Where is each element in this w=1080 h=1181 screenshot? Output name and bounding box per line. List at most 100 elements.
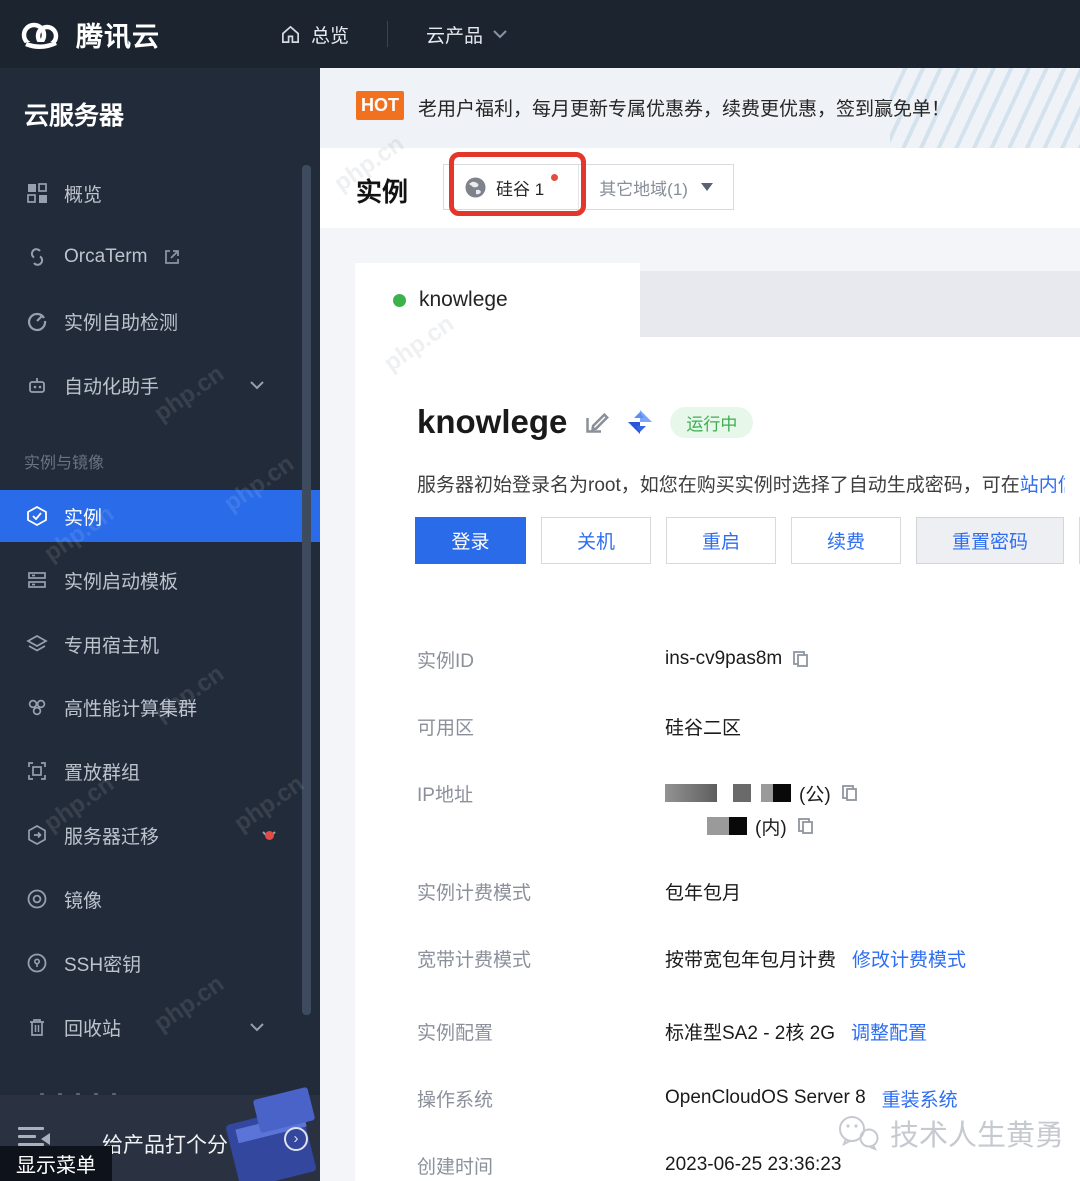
restart-button[interactable]: 重启 (666, 517, 776, 564)
instance-description: 服务器初始登录名为root，如您在购买实例时选择了自动生成密码，可在站内信 (417, 470, 1065, 497)
detail-row-instance-id: 实例ID ins-cv9pas8m (417, 646, 810, 672)
login-button[interactable]: 登录 (415, 517, 526, 564)
layers-icon (26, 633, 48, 655)
tab-instance[interactable]: knowlege (355, 263, 640, 337)
rate-product-link[interactable]: 给产品打个分 (102, 1129, 228, 1159)
sidebar: 云服务器 概览 OrcaTerm (0, 68, 320, 1181)
brand-name: 腾讯云 (76, 15, 160, 54)
sidebar-item-instances[interactable]: 实例 (0, 490, 320, 542)
reinstall-os-link[interactable]: 重装系统 (882, 1085, 958, 1112)
sidebar-item-label: OrcaTerm (64, 246, 147, 268)
running-status-dot (393, 294, 406, 307)
tab-strip-background (640, 271, 1080, 337)
redacted-ip-block (707, 817, 747, 835)
nav-products-label: 云产品 (426, 21, 483, 48)
redacted-ip-block (665, 784, 717, 802)
rate-arrow-icon[interactable]: › (284, 1127, 308, 1151)
copy-icon[interactable] (841, 784, 859, 802)
brand-logo[interactable]: 腾讯云 (18, 15, 160, 54)
modify-billing-link[interactable]: 修改计费模式 (852, 945, 966, 972)
configuration-value: 标准型SA2 - 2核 2G (665, 1018, 835, 1045)
sidebar-item-automation[interactable]: 自动化助手 (0, 363, 320, 407)
sidebar-item-images[interactable]: 镜像 (0, 877, 320, 921)
sidebar-item-overview[interactable]: 概览 (0, 171, 320, 215)
adjust-config-link[interactable]: 调整配置 (851, 1018, 927, 1045)
sidebar-item-label: 实例自助检测 (64, 308, 178, 335)
image-icon (26, 888, 48, 910)
nav-overview[interactable]: 总览 (280, 21, 349, 48)
description-text: 服务器初始登录名为root，如您在购买实例时选择了自动生成密码，可在 (417, 475, 1020, 496)
detail-row-configuration: 实例配置 标准型SA2 - 2核 2G 调整配置 (417, 1018, 927, 1044)
detail-row-zone: 可用区 硅谷二区 (417, 713, 741, 739)
region-tab-other[interactable]: 其它地域(1) (578, 165, 733, 209)
sidebar-item-label: 高性能计算集群 (64, 694, 197, 721)
trash-icon (26, 1016, 48, 1038)
sidebar-item-label: 回收站 (64, 1014, 121, 1041)
detail-row-billing-mode: 实例计费模式 包年包月 (417, 878, 741, 904)
reset-password-button[interactable]: 重置密码 (916, 517, 1064, 564)
tab-label: knowlege (419, 288, 508, 312)
template-icon (26, 569, 48, 591)
region-selector: 硅谷 1 其它地域(1) (443, 164, 734, 210)
os-value: OpenCloudOS Server 8 (665, 1087, 866, 1109)
status-badge: 运行中 (670, 407, 753, 438)
chevron-down-icon (250, 381, 264, 390)
page-header: 实例 硅谷 1 其它地域(1) (320, 148, 1080, 228)
field-label: 操作系统 (417, 1085, 665, 1112)
detail-row-os: 操作系统 OpenCloudOS Server 8 重装系统 (417, 1085, 958, 1111)
field-label: 实例计费模式 (417, 878, 665, 905)
orcaterm-icon (26, 246, 48, 268)
home-icon (280, 24, 301, 45)
instance-cube-icon (26, 505, 48, 527)
mail-link[interactable]: 站内信 (1020, 475, 1065, 496)
field-label: 宽带计费模式 (417, 945, 665, 972)
shutdown-button[interactable]: 关机 (541, 517, 651, 564)
sidebar-item-dedicated-host[interactable]: 专用宿主机 (0, 622, 320, 666)
show-menu-tooltip: 显示菜单 (0, 1146, 112, 1181)
promo-banner[interactable]: HOT 老用户福利，每月更新专属优惠券，续费更优惠，签到赢免单！ (320, 68, 1080, 148)
region-current-label: 硅谷 1 (496, 175, 544, 200)
redacted-ip-block (733, 784, 751, 802)
region-notification-dot (551, 174, 558, 181)
field-label: 可用区 (417, 713, 665, 740)
chevron-down-icon (250, 1023, 264, 1032)
sidebar-item-ssh-keys[interactable]: SSH密钥 (0, 941, 320, 985)
external-link-icon (163, 248, 181, 266)
field-label: 实例ID (417, 646, 665, 673)
copy-icon[interactable] (797, 817, 815, 835)
sidebar-scrollbar[interactable] (302, 165, 311, 1015)
sidebar-item-recycle-bin[interactable]: 回收站 (0, 1005, 320, 1049)
sidebar-item-orcaterm[interactable]: OrcaTerm (0, 235, 320, 279)
field-label: 实例配置 (417, 1018, 665, 1045)
public-ip-suffix: (公) (799, 780, 831, 807)
sidebar-item-launch-template[interactable]: 实例启动模板 (0, 558, 320, 602)
sidebar-item-label: 自动化助手 (64, 372, 159, 399)
grid-icon (26, 182, 48, 204)
nav-products[interactable]: 云产品 (426, 21, 507, 48)
instance-name-row: knowlege 运行中 (417, 403, 753, 441)
sidebar-item-label: 概览 (64, 180, 102, 207)
zone-value: 硅谷二区 (665, 713, 741, 740)
sidebar-item-self-check[interactable]: 实例自助检测 (0, 299, 320, 343)
globe-icon (464, 176, 487, 199)
sidebar-item-label: 置放群组 (64, 758, 140, 785)
region-other-label: 其它地域(1) (599, 175, 688, 200)
detail-row-ip-private: (内) (707, 813, 815, 839)
sidebar-item-hpc-cluster[interactable]: 高性能计算集群 (0, 685, 320, 729)
created-time-value: 2023-06-25 23:36:23 (665, 1154, 841, 1176)
automation-icon (26, 374, 48, 396)
placement-icon (26, 760, 48, 782)
hot-badge: HOT (356, 91, 404, 120)
region-tab-current[interactable]: 硅谷 1 (444, 165, 578, 209)
sidebar-item-label: 实例启动模板 (64, 567, 178, 594)
detail-row-bandwidth-billing: 宽带计费模式 按带宽包年包月计费 修改计费模式 (417, 945, 966, 971)
chevron-down-icon (493, 30, 507, 39)
renew-button[interactable]: 续费 (791, 517, 901, 564)
sidebar-item-server-migration[interactable]: 服务器迁移 (0, 813, 320, 857)
edit-icon[interactable] (583, 409, 610, 436)
redacted-ip-block (761, 784, 791, 802)
diagnose-icon (26, 310, 48, 332)
detail-row-created-time: 创建时间 2023-06-25 23:36:23 (417, 1152, 841, 1178)
sidebar-item-placement-group[interactable]: 置放群组 (0, 749, 320, 793)
copy-icon[interactable] (792, 650, 810, 668)
